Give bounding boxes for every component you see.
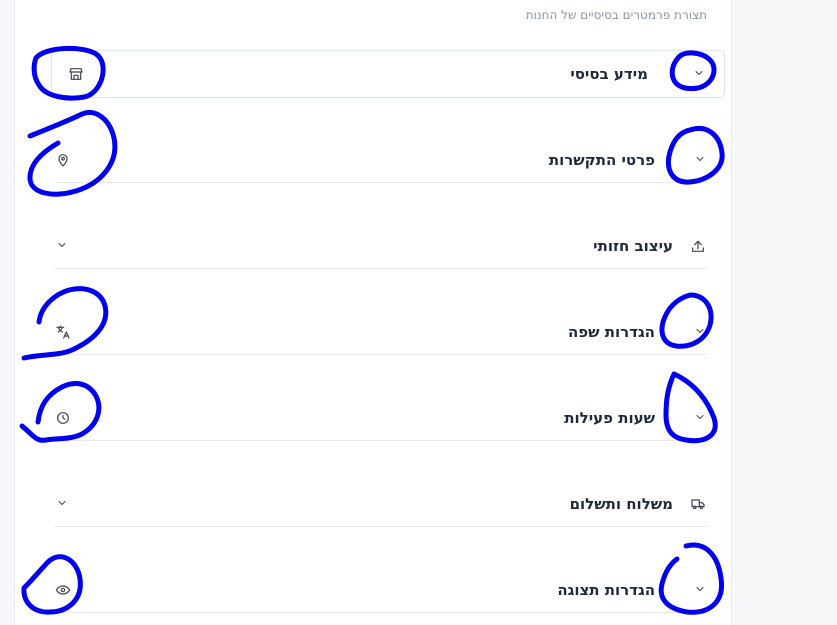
section-title: מידע בסיסי — [570, 65, 648, 83]
section-display-settings[interactable]: הגדרות תצוגה — [55, 567, 707, 613]
truck-icon — [689, 495, 707, 513]
clock-icon — [54, 409, 72, 427]
section-visual-design[interactable]: עיצוב חזותי — [55, 223, 707, 269]
section-title: הגדרות שפה — [567, 323, 655, 341]
section-title: משלוח ותשלום — [569, 495, 673, 513]
upload-icon — [689, 237, 707, 255]
settings-panel: תצורת פרמטרים בסיסיים של החנות מידע בסיס… — [14, 0, 732, 625]
section-shipping-payment[interactable]: משלוח ותשלום — [55, 481, 707, 527]
panel-subtitle: תצורת פרמטרים בסיסיים של החנות — [525, 8, 707, 22]
chevron-down-icon[interactable] — [692, 66, 706, 80]
chevron-down-icon[interactable] — [693, 582, 707, 596]
translate-icon — [54, 323, 72, 341]
section-title: הגדרות תצוגה — [557, 581, 655, 599]
chevron-down-icon[interactable] — [693, 410, 707, 424]
store-icon — [67, 65, 85, 83]
map-pin-icon — [54, 151, 72, 169]
section-title: עיצוב חזותי — [593, 237, 673, 255]
section-basic-info[interactable]: מידע בסיסי — [51, 50, 725, 98]
eye-icon — [54, 581, 72, 599]
chevron-down-icon[interactable] — [55, 496, 69, 510]
section-title: שעות פעילות — [564, 409, 655, 427]
chevron-down-icon[interactable] — [693, 324, 707, 338]
section-business-hours[interactable]: שעות פעילות — [55, 395, 707, 441]
section-contact-details[interactable]: פרטי התקשרות — [55, 137, 707, 183]
section-title: פרטי התקשרות — [548, 151, 655, 169]
chevron-down-icon[interactable] — [693, 152, 707, 166]
section-language-settings[interactable]: הגדרות שפה — [55, 309, 707, 355]
chevron-down-icon[interactable] — [55, 238, 69, 252]
